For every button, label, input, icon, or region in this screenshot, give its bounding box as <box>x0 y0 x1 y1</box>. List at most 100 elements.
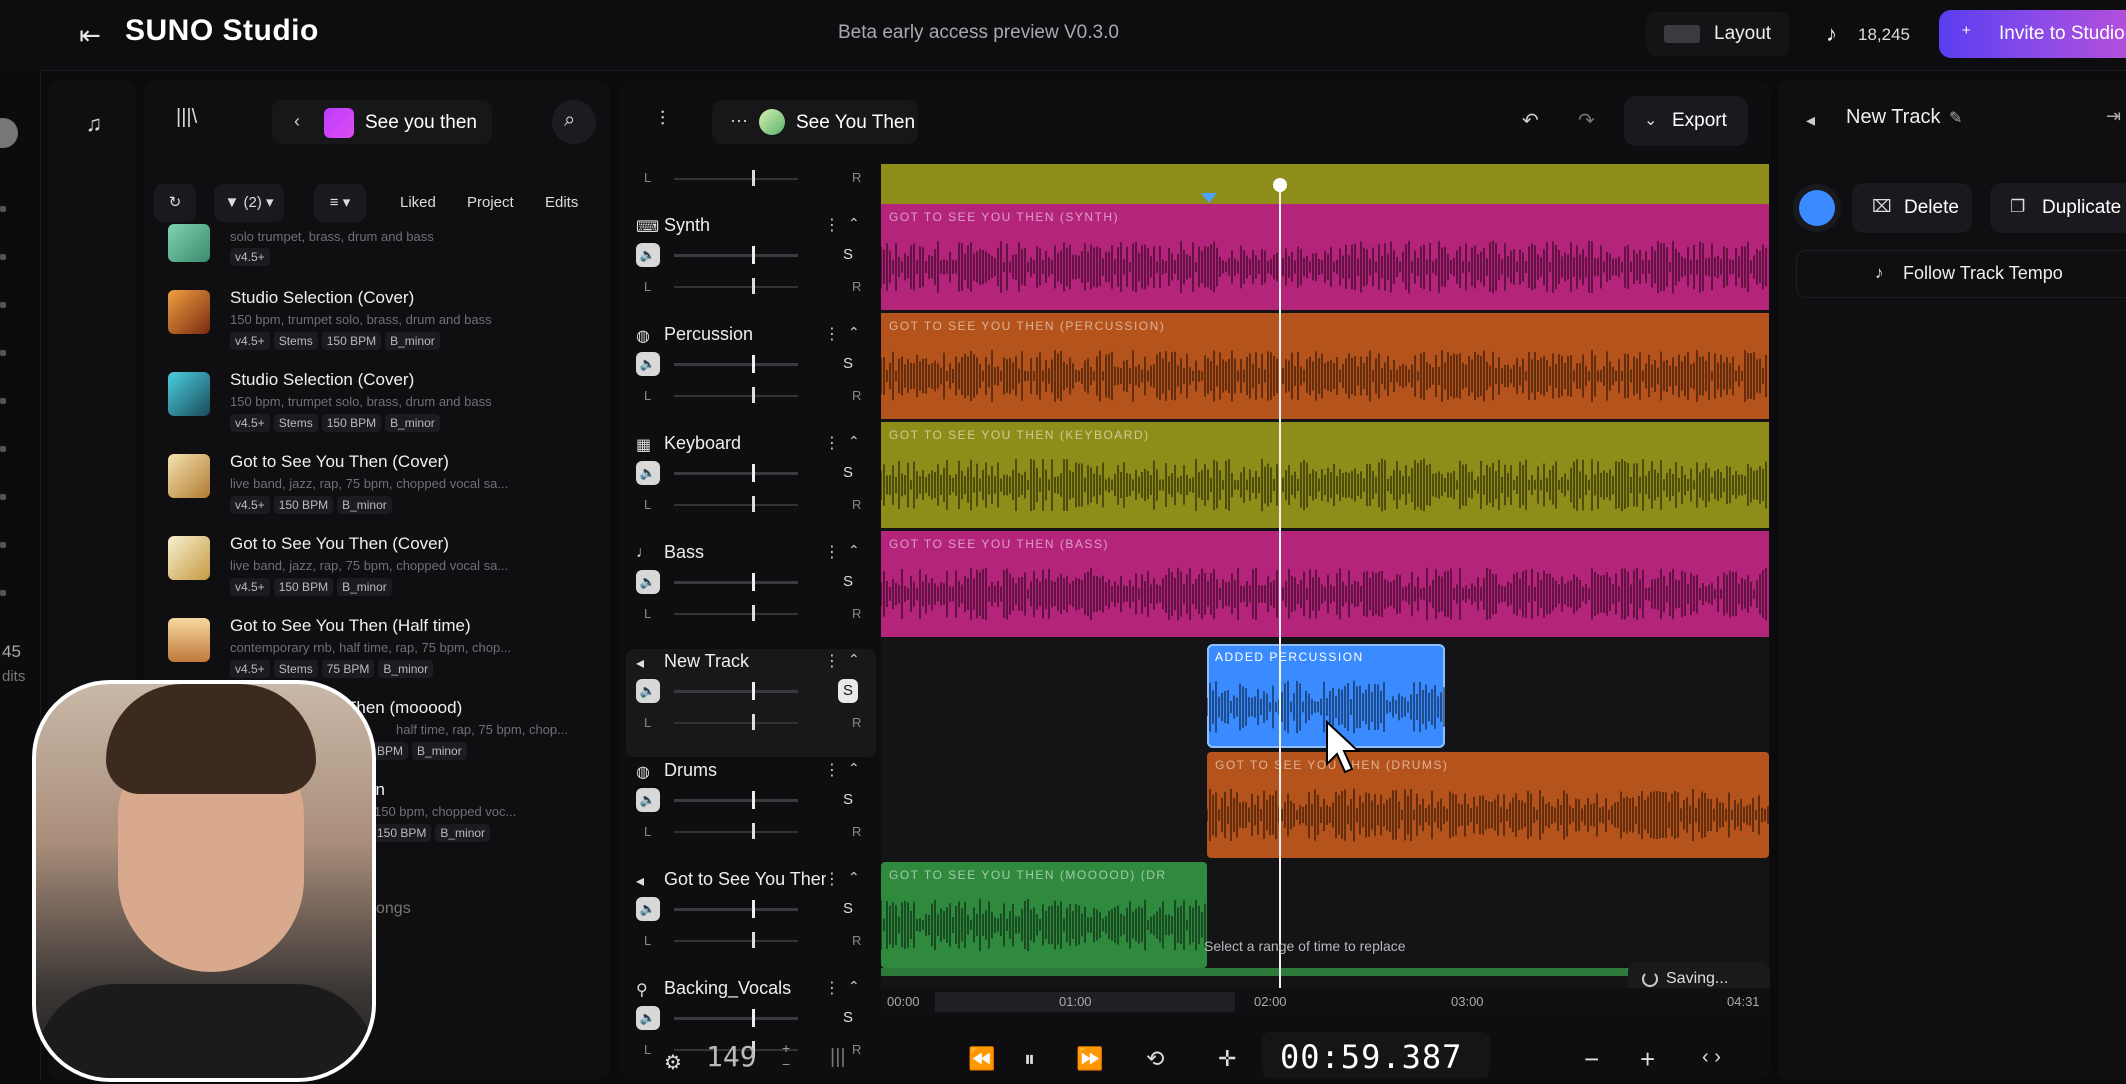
chevron-up-icon[interactable]: ⌃ <box>848 215 860 232</box>
chevron-up-icon[interactable]: ⌃ <box>848 324 860 341</box>
pan-slider[interactable] <box>674 831 798 833</box>
pan-knob[interactable] <box>752 605 755 621</box>
volume-knob[interactable] <box>752 246 755 264</box>
track-name[interactable]: Percussion <box>664 324 826 345</box>
clip-bass[interactable]: GOT TO SEE YOU THEN (BASS) <box>881 531 1769 637</box>
volume-knob[interactable] <box>752 464 755 482</box>
playhead-handle[interactable] <box>1273 178 1287 192</box>
track-color-swatch[interactable] <box>1799 190 1835 226</box>
volume-knob[interactable] <box>752 355 755 373</box>
track-name[interactable]: Bass <box>664 542 826 563</box>
rail-item[interactable] <box>0 302 6 308</box>
track-name[interactable]: Keyboard <box>664 433 826 454</box>
volume-slider[interactable] <box>674 799 798 802</box>
gear-icon[interactable]: ⚙ <box>664 1050 682 1075</box>
bpm-stepper[interactable]: + − <box>782 1040 790 1072</box>
track-name[interactable]: New Track <box>664 651 826 672</box>
pan-knob[interactable] <box>752 496 755 512</box>
pan-slider[interactable] <box>674 613 798 615</box>
clip-drums[interactable]: GOT TO SEE YOU THEN (DRUMS) <box>1207 752 1769 858</box>
volume-slider[interactable] <box>674 472 798 475</box>
zoom-in-icon[interactable]: + <box>1640 1044 1655 1075</box>
clip-mooood[interactable]: GOT TO SEE YOU THEN (MOOOOD) (DR <box>881 862 1207 968</box>
rewind-icon[interactable]: ⏪ <box>968 1046 995 1072</box>
volume-knob[interactable] <box>752 573 755 591</box>
pan-knob[interactable] <box>752 170 755 186</box>
rail-item[interactable] <box>0 350 6 356</box>
speaker-icon[interactable]: 🔈 <box>636 570 660 594</box>
pan-slider[interactable] <box>674 395 798 397</box>
chevron-up-icon[interactable]: ⌃ <box>848 651 860 668</box>
volume-slider[interactable] <box>674 581 798 584</box>
invite-button[interactable]: ⁺ Invite to Studio <box>1939 10 2126 58</box>
pan-slider[interactable] <box>674 286 798 288</box>
more-vertical-icon[interactable]: ⋮ <box>824 542 840 562</box>
filter-liked[interactable]: Liked <box>400 184 436 222</box>
pan-knob[interactable] <box>752 823 755 839</box>
chevron-up-icon[interactable]: ⌃ <box>848 760 860 777</box>
export-button[interactable]: ⌄ Export <box>1624 96 1748 146</box>
pan-slider[interactable] <box>674 504 798 506</box>
clip-synth[interactable]: GOT TO SEE YOU THEN (SYNTH) <box>881 204 1769 310</box>
track-name[interactable]: Drums <box>664 760 826 781</box>
filter-edits[interactable]: Edits <box>545 184 578 222</box>
list-item[interactable]: Got to See You Then (Cover) live band, j… <box>166 530 586 608</box>
timeline[interactable]: GOT TO SEE YOU THEN (SYNTH) GOT TO SEE Y… <box>881 164 1769 990</box>
volume-knob[interactable] <box>752 682 755 700</box>
rail-item[interactable] <box>0 542 6 548</box>
list-item[interactable]: Got to See You Then (Half time) contempo… <box>166 612 586 690</box>
track-header[interactable]: ▦ Keyboard ⋮ ⌃ 🔈 S L R <box>626 431 876 539</box>
pause-icon[interactable]: ⏸ <box>1024 1046 1035 1072</box>
clip-percussion[interactable]: GOT TO SEE YOU THEN (PERCUSSION) <box>881 313 1769 419</box>
snap-icon[interactable]: ✛ <box>1218 1046 1236 1072</box>
follow-tempo-button[interactable]: ♪ Follow Track Tempo <box>1796 250 2126 298</box>
pencil-icon[interactable]: ✎ <box>1949 108 1962 128</box>
solo-button[interactable]: S <box>838 570 858 594</box>
list-item[interactable]: Studio Selection (Cover) 150 bpm, trumpe… <box>166 284 586 362</box>
library-icon[interactable]: |||\ <box>176 106 197 129</box>
pan-slider[interactable] <box>674 722 798 724</box>
track-header[interactable]: ◍ Percussion ⋮ ⌃ 🔈 S L R <box>626 322 876 430</box>
collapse-icon[interactable]: ⇥ <box>2106 106 2121 127</box>
sort-button[interactable]: ≡ ▾ <box>314 184 366 222</box>
track-name[interactable]: Synth <box>664 215 826 236</box>
track-name[interactable]: Got to See You Then <box>664 869 826 890</box>
track-header[interactable]: ◍ Drums ⋮ ⌃ 🔈 S L R <box>626 758 876 866</box>
project-breadcrumb[interactable]: ··· See You Then <box>712 100 918 144</box>
pan-knob[interactable] <box>752 387 755 403</box>
solo-button[interactable]: S <box>838 461 858 485</box>
refresh-button[interactable]: ↻ <box>154 184 196 222</box>
zoom-out-icon[interactable]: − <box>1584 1044 1599 1075</box>
fast-forward-icon[interactable]: ⏩ <box>1076 1046 1103 1072</box>
clip-keyboard[interactable]: GOT TO SEE YOU THEN (KEYBOARD) <box>881 422 1769 528</box>
track-header[interactable]: ◂ Got to See You Then ⋮ ⌃ 🔈 S L R <box>626 867 876 975</box>
solo-button[interactable]: S <box>838 679 858 703</box>
volume-slider[interactable] <box>674 908 798 911</box>
mixer-settings-icon[interactable]: ⫶ <box>660 108 665 131</box>
chevron-up-icon[interactable]: ⌃ <box>848 869 860 886</box>
speaker-icon[interactable]: 🔈 <box>636 1006 660 1030</box>
pan-slider[interactable] <box>674 178 798 180</box>
pan-knob[interactable] <box>752 932 755 948</box>
rail-item[interactable] <box>0 446 6 452</box>
bpm-value[interactable]: 149 <box>706 1040 757 1073</box>
loop-marker[interactable] <box>1201 193 1217 203</box>
search-button[interactable]: ⌕ <box>552 100 596 144</box>
undo-icon[interactable]: ↶ <box>1522 108 1539 133</box>
scroll-arrows-icon[interactable]: ‹ › <box>1702 1046 1721 1069</box>
track-header[interactable]: ♩ Bass ⋮ ⌃ 🔈 S L R <box>626 540 876 648</box>
rail-item[interactable] <box>0 590 6 596</box>
volume-slider[interactable] <box>674 1017 798 1020</box>
pan-knob[interactable] <box>752 714 755 730</box>
track-title[interactable]: New Track <box>1846 106 1940 129</box>
rail-item[interactable] <box>0 494 6 500</box>
solo-button[interactable]: S <box>838 352 858 376</box>
volume-slider[interactable] <box>674 690 798 693</box>
time-ruler[interactable]: 00:00 01:00 02:00 03:00 04:31 <box>881 988 1769 1014</box>
volume-knob[interactable] <box>752 1009 755 1027</box>
track-name[interactable]: Backing_Vocals <box>664 978 826 999</box>
more-icon[interactable]: ··· <box>730 110 748 131</box>
pan-slider[interactable] <box>674 940 798 942</box>
more-vertical-icon[interactable]: ⋮ <box>824 324 840 344</box>
duplicate-button[interactable]: ❐ Duplicate <box>1990 183 2126 233</box>
